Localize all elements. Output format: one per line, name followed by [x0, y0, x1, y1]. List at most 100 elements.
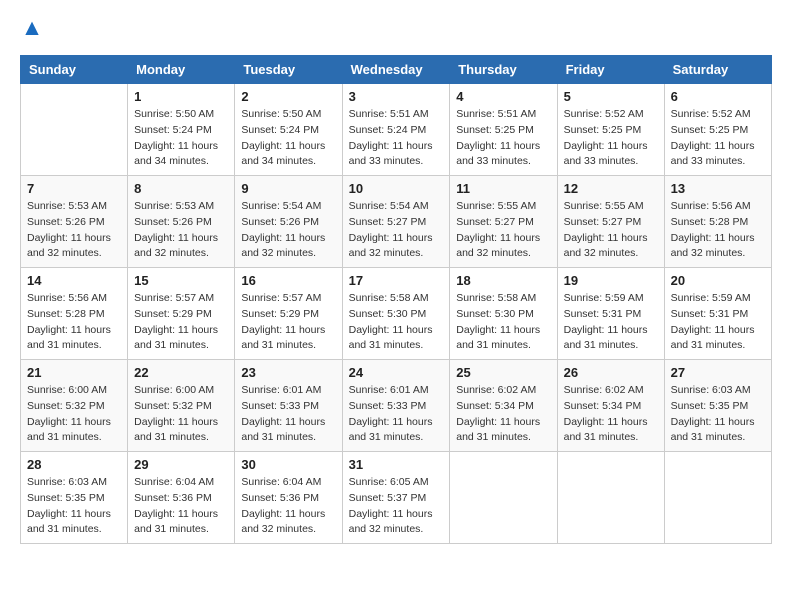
- day-info: Sunrise: 5:55 AM Sunset: 5:27 PM Dayligh…: [456, 199, 550, 262]
- day-number: 18: [456, 273, 550, 288]
- day-number: 14: [27, 273, 121, 288]
- sunrise-label: Sunrise: 6:04 AM: [241, 476, 321, 488]
- sunset-label: Sunset: 5:31 PM: [671, 308, 749, 320]
- calendar-cell: 8 Sunrise: 5:53 AM Sunset: 5:26 PM Dayli…: [128, 176, 235, 268]
- sunset-label: Sunset: 5:34 PM: [456, 400, 534, 412]
- day-info: Sunrise: 6:04 AM Sunset: 5:36 PM Dayligh…: [134, 475, 228, 538]
- sunrise-label: Sunrise: 5:57 AM: [241, 292, 321, 304]
- calendar-cell: 18 Sunrise: 5:58 AM Sunset: 5:30 PM Dayl…: [450, 268, 557, 360]
- daylight-label: Daylight: 11 hours and 34 minutes.: [241, 140, 325, 168]
- weekday-header-wednesday: Wednesday: [342, 56, 450, 84]
- weekday-header-thursday: Thursday: [450, 56, 557, 84]
- daylight-label: Daylight: 11 hours and 31 minutes.: [671, 324, 755, 352]
- sunrise-label: Sunrise: 5:55 AM: [456, 200, 536, 212]
- sunrise-label: Sunrise: 5:52 AM: [671, 108, 751, 120]
- sunset-label: Sunset: 5:29 PM: [134, 308, 212, 320]
- sunset-label: Sunset: 5:33 PM: [349, 400, 427, 412]
- sunset-label: Sunset: 5:31 PM: [564, 308, 642, 320]
- calendar-cell: 24 Sunrise: 6:01 AM Sunset: 5:33 PM Dayl…: [342, 360, 450, 452]
- day-number: 26: [564, 365, 658, 380]
- daylight-label: Daylight: 11 hours and 32 minutes.: [241, 232, 325, 260]
- sunrise-label: Sunrise: 5:57 AM: [134, 292, 214, 304]
- sunrise-label: Sunrise: 5:58 AM: [456, 292, 536, 304]
- sunrise-label: Sunrise: 5:53 AM: [134, 200, 214, 212]
- day-info: Sunrise: 6:05 AM Sunset: 5:37 PM Dayligh…: [349, 475, 444, 538]
- calendar-cell: 23 Sunrise: 6:01 AM Sunset: 5:33 PM Dayl…: [235, 360, 342, 452]
- logo: [20, 20, 46, 45]
- calendar-cell: 25 Sunrise: 6:02 AM Sunset: 5:34 PM Dayl…: [450, 360, 557, 452]
- calendar-cell: 19 Sunrise: 5:59 AM Sunset: 5:31 PM Dayl…: [557, 268, 664, 360]
- day-number: 17: [349, 273, 444, 288]
- day-info: Sunrise: 5:50 AM Sunset: 5:24 PM Dayligh…: [241, 107, 335, 170]
- calendar-cell: 17 Sunrise: 5:58 AM Sunset: 5:30 PM Dayl…: [342, 268, 450, 360]
- calendar-week-2: 7 Sunrise: 5:53 AM Sunset: 5:26 PM Dayli…: [21, 176, 772, 268]
- calendar-cell: 1 Sunrise: 5:50 AM Sunset: 5:24 PM Dayli…: [128, 84, 235, 176]
- calendar-table: SundayMondayTuesdayWednesdayThursdayFrid…: [20, 55, 772, 544]
- calendar-cell: [450, 452, 557, 544]
- sunset-label: Sunset: 5:25 PM: [456, 124, 534, 136]
- sunrise-label: Sunrise: 6:02 AM: [564, 384, 644, 396]
- sunset-label: Sunset: 5:34 PM: [564, 400, 642, 412]
- daylight-label: Daylight: 11 hours and 32 minutes.: [349, 232, 433, 260]
- daylight-label: Daylight: 11 hours and 31 minutes.: [241, 324, 325, 352]
- sunrise-label: Sunrise: 5:59 AM: [564, 292, 644, 304]
- daylight-label: Daylight: 11 hours and 31 minutes.: [564, 324, 648, 352]
- sunset-label: Sunset: 5:24 PM: [241, 124, 319, 136]
- day-number: 30: [241, 457, 335, 472]
- page-header: [20, 20, 772, 45]
- day-info: Sunrise: 6:00 AM Sunset: 5:32 PM Dayligh…: [134, 383, 228, 446]
- daylight-label: Daylight: 11 hours and 34 minutes.: [134, 140, 218, 168]
- calendar-cell: 20 Sunrise: 5:59 AM Sunset: 5:31 PM Dayl…: [664, 268, 771, 360]
- day-info: Sunrise: 5:55 AM Sunset: 5:27 PM Dayligh…: [564, 199, 658, 262]
- sunrise-label: Sunrise: 5:56 AM: [671, 200, 751, 212]
- day-number: 9: [241, 181, 335, 196]
- sunrise-label: Sunrise: 6:00 AM: [27, 384, 107, 396]
- daylight-label: Daylight: 11 hours and 31 minutes.: [134, 416, 218, 444]
- daylight-label: Daylight: 11 hours and 31 minutes.: [671, 416, 755, 444]
- sunset-label: Sunset: 5:24 PM: [134, 124, 212, 136]
- daylight-label: Daylight: 11 hours and 32 minutes.: [671, 232, 755, 260]
- calendar-cell: 13 Sunrise: 5:56 AM Sunset: 5:28 PM Dayl…: [664, 176, 771, 268]
- day-number: 22: [134, 365, 228, 380]
- daylight-label: Daylight: 11 hours and 33 minutes.: [349, 140, 433, 168]
- day-number: 21: [27, 365, 121, 380]
- day-number: 8: [134, 181, 228, 196]
- sunset-label: Sunset: 5:37 PM: [349, 492, 427, 504]
- day-number: 29: [134, 457, 228, 472]
- daylight-label: Daylight: 11 hours and 33 minutes.: [564, 140, 648, 168]
- day-info: Sunrise: 5:51 AM Sunset: 5:25 PM Dayligh…: [456, 107, 550, 170]
- sunrise-label: Sunrise: 5:56 AM: [27, 292, 107, 304]
- day-number: 3: [349, 89, 444, 104]
- daylight-label: Daylight: 11 hours and 31 minutes.: [134, 324, 218, 352]
- sunrise-label: Sunrise: 5:52 AM: [564, 108, 644, 120]
- sunrise-label: Sunrise: 6:03 AM: [671, 384, 751, 396]
- day-info: Sunrise: 6:00 AM Sunset: 5:32 PM Dayligh…: [27, 383, 121, 446]
- day-number: 11: [456, 181, 550, 196]
- day-info: Sunrise: 6:01 AM Sunset: 5:33 PM Dayligh…: [241, 383, 335, 446]
- day-number: 28: [27, 457, 121, 472]
- day-info: Sunrise: 5:57 AM Sunset: 5:29 PM Dayligh…: [241, 291, 335, 354]
- day-info: Sunrise: 5:57 AM Sunset: 5:29 PM Dayligh…: [134, 291, 228, 354]
- day-number: 4: [456, 89, 550, 104]
- sunset-label: Sunset: 5:25 PM: [671, 124, 749, 136]
- sunrise-label: Sunrise: 6:04 AM: [134, 476, 214, 488]
- sunrise-label: Sunrise: 5:50 AM: [134, 108, 214, 120]
- calendar-cell: 6 Sunrise: 5:52 AM Sunset: 5:25 PM Dayli…: [664, 84, 771, 176]
- daylight-label: Daylight: 11 hours and 31 minutes.: [134, 508, 218, 536]
- day-number: 19: [564, 273, 658, 288]
- calendar-cell: 7 Sunrise: 5:53 AM Sunset: 5:26 PM Dayli…: [21, 176, 128, 268]
- daylight-label: Daylight: 11 hours and 32 minutes.: [564, 232, 648, 260]
- calendar-cell: 22 Sunrise: 6:00 AM Sunset: 5:32 PM Dayl…: [128, 360, 235, 452]
- calendar-week-1: 1 Sunrise: 5:50 AM Sunset: 5:24 PM Dayli…: [21, 84, 772, 176]
- day-number: 24: [349, 365, 444, 380]
- daylight-label: Daylight: 11 hours and 31 minutes.: [564, 416, 648, 444]
- daylight-label: Daylight: 11 hours and 33 minutes.: [671, 140, 755, 168]
- sunrise-label: Sunrise: 6:01 AM: [241, 384, 321, 396]
- sunset-label: Sunset: 5:28 PM: [27, 308, 105, 320]
- calendar-cell: 12 Sunrise: 5:55 AM Sunset: 5:27 PM Dayl…: [557, 176, 664, 268]
- day-number: 12: [564, 181, 658, 196]
- sunset-label: Sunset: 5:26 PM: [134, 216, 212, 228]
- day-info: Sunrise: 6:03 AM Sunset: 5:35 PM Dayligh…: [27, 475, 121, 538]
- sunrise-label: Sunrise: 5:51 AM: [349, 108, 429, 120]
- calendar-cell: 15 Sunrise: 5:57 AM Sunset: 5:29 PM Dayl…: [128, 268, 235, 360]
